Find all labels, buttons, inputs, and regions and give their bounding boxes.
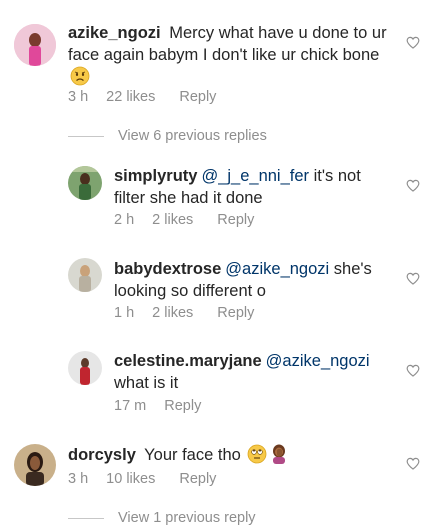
comment-time: 1 h bbox=[114, 305, 135, 321]
comment-time: 17 m bbox=[114, 398, 147, 414]
comment-username[interactable]: azike_ngozi bbox=[68, 24, 161, 42]
avatar[interactable] bbox=[14, 24, 56, 66]
comment-likes[interactable]: 10 likes bbox=[106, 471, 155, 487]
comment-username[interactable]: celestine.maryjane bbox=[114, 352, 262, 370]
heart-icon[interactable] bbox=[406, 457, 420, 470]
comment-meta: 2 h 2 likes Reply bbox=[114, 212, 254, 228]
heart-icon[interactable] bbox=[406, 272, 420, 285]
comment-body: Your face tho bbox=[139, 446, 246, 464]
view-previous-replies-button[interactable]: View 6 previous replies bbox=[68, 128, 267, 144]
comment-time: 2 h bbox=[114, 212, 135, 228]
divider-line bbox=[68, 135, 104, 137]
comment-meta: 3 h 10 likes Reply bbox=[68, 471, 216, 487]
view-previous-reply-button[interactable]: View 1 previous reply bbox=[68, 510, 256, 526]
reply-button[interactable]: Reply bbox=[217, 305, 254, 321]
comment-username[interactable]: babydextrose bbox=[114, 260, 221, 278]
comment-username[interactable]: dorcysly bbox=[68, 446, 136, 464]
comment-body: what is it bbox=[114, 374, 179, 392]
comment-text: azike_ngozi Mercy what have u done to ur… bbox=[68, 22, 388, 92]
comment-username[interactable]: simplyruty bbox=[114, 167, 197, 185]
comment-likes[interactable]: 22 likes bbox=[106, 89, 155, 105]
heart-icon[interactable] bbox=[406, 364, 420, 377]
avatar[interactable] bbox=[68, 166, 102, 200]
avatar[interactable] bbox=[68, 351, 102, 385]
mention-link[interactable]: @azike_ngozi bbox=[225, 260, 329, 278]
view-replies-label[interactable]: View 6 previous replies bbox=[118, 128, 267, 144]
reply-button[interactable]: Reply bbox=[217, 212, 254, 228]
view-replies-label[interactable]: View 1 previous reply bbox=[118, 510, 256, 526]
reply-button[interactable]: Reply bbox=[179, 471, 216, 487]
heart-icon[interactable] bbox=[406, 36, 420, 49]
eye-roll-emoji bbox=[247, 444, 267, 470]
reply-button[interactable]: Reply bbox=[179, 89, 216, 105]
mention-link[interactable]: @_j_e_nni_fer bbox=[201, 167, 309, 185]
heart-icon[interactable] bbox=[406, 179, 420, 192]
mention-link[interactable]: @azike_ngozi bbox=[266, 352, 370, 370]
comment-likes[interactable]: 2 likes bbox=[152, 305, 193, 321]
comment-text: simplyruty @_j_e_nni_fer it's not filter … bbox=[114, 165, 394, 209]
comment-meta: 3 h 22 likes Reply bbox=[68, 89, 216, 105]
comment-text: celestine.maryjane @azike_ngoziwhat is it bbox=[114, 350, 394, 394]
comment-likes[interactable]: 2 likes bbox=[152, 212, 193, 228]
comment-meta: 1 h 2 likes Reply bbox=[114, 305, 254, 321]
avatar[interactable] bbox=[68, 258, 102, 292]
reply-button[interactable]: Reply bbox=[164, 398, 201, 414]
comment-text: dorcysly Your face tho bbox=[68, 444, 388, 470]
comment-time: 3 h bbox=[68, 471, 89, 487]
avatar[interactable] bbox=[14, 444, 56, 486]
comment-meta: 17 m Reply bbox=[114, 398, 201, 414]
facepalm-emoji bbox=[269, 444, 289, 470]
divider-line bbox=[68, 517, 104, 519]
comment-text: babydextrose @azike_ngozi she's looking s… bbox=[114, 258, 394, 302]
comment-time: 3 h bbox=[68, 89, 89, 105]
